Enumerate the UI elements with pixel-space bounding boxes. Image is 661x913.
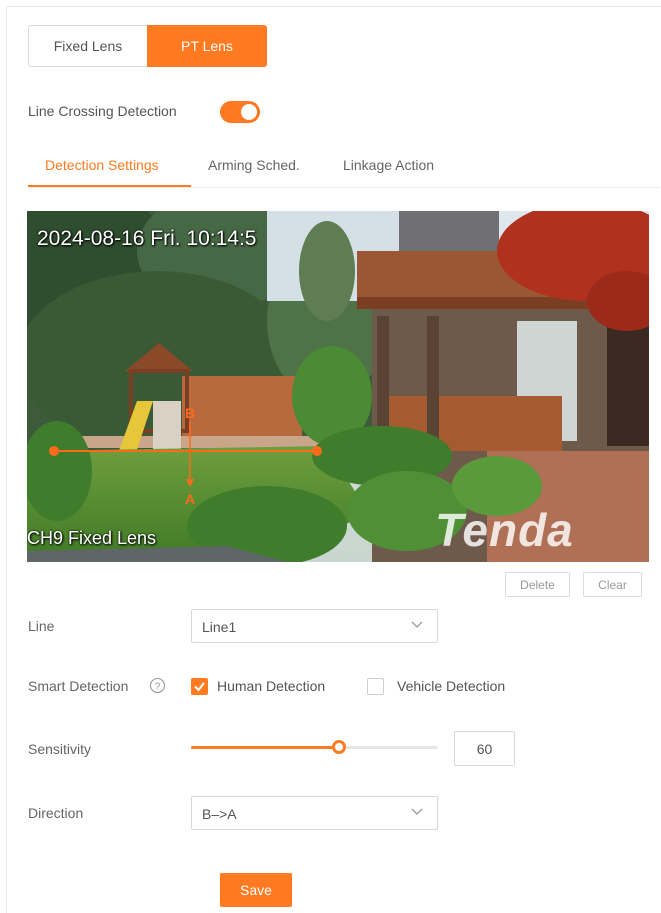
sensitivity-slider[interactable] xyxy=(191,740,438,754)
line-endpoint-right[interactable] xyxy=(312,446,322,456)
direction-select-value: B–>A xyxy=(202,806,237,822)
check-icon xyxy=(194,682,205,692)
direction-select[interactable]: B–>A xyxy=(191,796,438,830)
line-side-b-label: B xyxy=(185,405,196,421)
chevron-down-icon xyxy=(411,621,423,628)
fixed-lens-button[interactable]: Fixed Lens xyxy=(28,25,147,67)
tab-linkage-action[interactable]: Linkage Action xyxy=(343,157,434,173)
smart-detection-label: Smart Detection xyxy=(28,678,129,694)
delete-line-button[interactable]: Delete xyxy=(505,572,570,597)
osd-timestamp: 2024-08-16 Fri. 10:14:5 xyxy=(37,227,257,250)
sensitivity-label: Sensitivity xyxy=(28,741,92,757)
osd-camera-name: CH9 Fixed Lens xyxy=(27,528,157,548)
frame-border-top xyxy=(6,6,661,7)
svg-text:?: ? xyxy=(155,681,161,692)
direction-label: Direction xyxy=(28,805,84,821)
human-detection-label: Human Detection xyxy=(217,678,326,694)
question-circle-icon[interactable]: ? xyxy=(149,677,166,694)
vehicle-detection-checkbox[interactable] xyxy=(367,678,384,695)
human-detection-checkbox[interactable] xyxy=(191,678,208,695)
tab-arming-schedule[interactable]: Arming Sched. xyxy=(208,157,300,173)
clear-lines-button[interactable]: Clear xyxy=(583,572,642,597)
active-tab-underline xyxy=(28,185,191,187)
line-crossing-label: Line Crossing Detection xyxy=(28,103,177,119)
chevron-down-icon xyxy=(411,808,423,815)
line-select[interactable]: Line1 xyxy=(191,609,438,643)
lens-selector: Fixed Lens PT Lens xyxy=(28,25,267,67)
frame-border-left xyxy=(6,6,7,913)
sensitivity-slider-thumb[interactable] xyxy=(332,740,347,754)
settings-tabs: Detection Settings Arming Sched. Linkage… xyxy=(28,150,660,188)
line-crossing-toggle[interactable] xyxy=(220,101,260,123)
video-preview[interactable]: B A 2024-08-16 Fri. 10:14:5 CH9 Fixed Le… xyxy=(27,211,649,562)
line-side-a-label: A xyxy=(185,491,196,507)
sensitivity-slider-fill xyxy=(191,746,340,749)
sensitivity-input[interactable]: 60 xyxy=(454,731,515,766)
line-endpoint-left[interactable] xyxy=(49,446,59,456)
save-button[interactable]: Save xyxy=(220,873,292,907)
vehicle-detection-label: Vehicle Detection xyxy=(397,678,506,694)
pt-lens-button[interactable]: PT Lens xyxy=(147,25,267,67)
brand-watermark: Tenda xyxy=(435,504,574,556)
line-label: Line xyxy=(28,618,55,634)
tab-detection-settings[interactable]: Detection Settings xyxy=(45,157,159,173)
toggle-knob xyxy=(241,104,257,120)
line-select-value: Line1 xyxy=(202,619,237,635)
